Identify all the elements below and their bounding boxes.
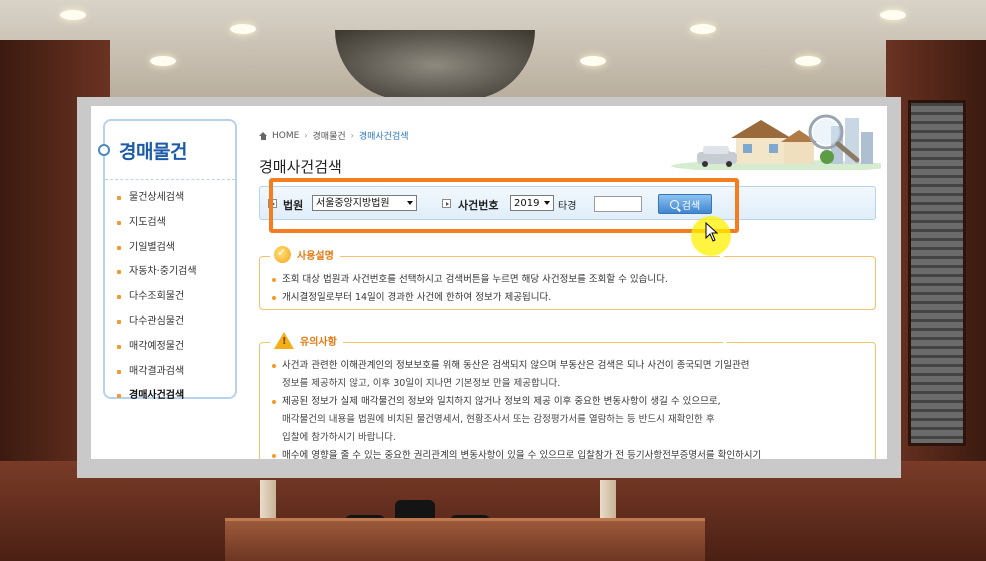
bullet-icon [272,454,276,458]
bullet-icon [117,394,121,399]
usage-box: 사용설명 조회 대상 법원과 사건번호를 선택하시고 검색버튼을 누르면 해당 … [259,246,876,310]
sidebar-item-detail-search[interactable]: 물건상세검색 [105,186,235,211]
notice-list: 사건과 관련한 이해관계인의 정보보호를 위해 동산은 검색되지 않으며 부동산… [260,343,875,459]
breadcrumb-level1[interactable]: 경매물건 [313,129,346,142]
ceiling-light [880,10,906,20]
usage-list: 조회 대상 법원과 사건번호를 선택하시고 검색버튼을 누르면 해당 사건정보를… [260,257,875,307]
list-item: 매수에 영향을 줄 수 있는 중요한 권리관계의 변동사항이 있을 수 있으므로… [272,447,865,459]
chevron-right-icon: › [350,131,354,140]
sidebar-title: 경매물건 [119,141,187,163]
usage-header: 사용설명 [270,246,724,263]
notice-box: ! 유의사항 사건과 관련한 이해관계인의 정보보호를 위해 동산은 검색되지 … [259,332,876,459]
list-item: 조회 대상 법원과 사건번호를 선택하시고 검색버튼을 누르면 해당 사건정보를… [272,271,865,289]
ceiling-light [690,24,716,34]
ceiling-light [150,56,176,66]
bullet-icon [117,196,121,200]
sidebar-item-most-interested[interactable]: 다수관심물건 [105,310,235,335]
home-icon [259,131,267,140]
judge-bench [225,518,705,561]
notice-title: 유의사항 [300,333,723,348]
bullet-icon [117,220,121,225]
bullet-icon [272,296,276,300]
sidebar-header: 경매물건 [98,121,235,180]
check-badge-icon [274,246,291,263]
list-item: 사건과 관련한 이해관계인의 정보보호를 위해 동산은 검색되지 않으며 부동산… [272,357,865,393]
sidebar-item-vehicle-search[interactable]: 자동차·중기검색 [105,260,235,285]
sidebar-item-most-viewed[interactable]: 다수조회물건 [105,285,235,310]
sidebar: 경매물건 물건상세검색 지도검색 기일별검색 자동차·중기검색 다수조회물건 다… [98,119,237,401]
screenshot-panel: 경매물건 물건상세검색 지도검색 기일별검색 자동차·중기검색 다수조회물건 다… [77,97,901,478]
list-item: 개시결정일로부터 14일이 경과한 사건에 한하여 정보가 제공됩니다. [272,289,865,307]
usage-title: 사용설명 [297,247,720,262]
sidebar-dot-icon [98,144,110,156]
house-illustration [631,112,881,170]
bullet-icon [117,295,121,300]
breadcrumb: HOME › 경매물건 › 경매사건검색 [259,129,409,142]
list-item: 제공된 정보가 실제 매각물건의 정보와 일치하지 않거나 정보의 제공 이후 … [272,393,865,447]
window-blinds [908,100,966,446]
bullet-icon [117,369,121,374]
ceiling-light [60,10,86,20]
bullet-icon [272,364,276,368]
bullet-icon [117,319,121,324]
orange-highlight-box [269,178,739,233]
sidebar-item-map-search[interactable]: 지도검색 [105,211,235,236]
mouse-cursor-icon [705,222,719,242]
warning-icon: ! [274,332,294,349]
sidebar-menu: 물건상세검색 지도검색 기일별검색 자동차·중기검색 다수조회물건 다수관심물건… [105,180,235,409]
bullet-icon [272,278,276,282]
ceiling-light [230,24,256,34]
bullet-icon [117,245,121,250]
ceiling-light [795,56,821,66]
sidebar-item-sale-results[interactable]: 매각결과검색 [105,360,235,385]
breadcrumb-home[interactable]: HOME [272,131,299,141]
bullet-icon [272,400,276,404]
sidebar-item-case-search[interactable]: 경매사건검색 [105,384,235,409]
notice-header: ! 유의사항 [270,332,727,349]
breadcrumb-level2[interactable]: 경매사건검색 [359,129,409,142]
sidebar-item-scheduled-sale[interactable]: 매각예정물건 [105,335,235,360]
sidebar-item-date-search[interactable]: 기일별검색 [105,236,235,261]
bullet-icon [117,344,121,349]
web-page: 경매물건 물건상세검색 지도검색 기일별검색 자동차·중기검색 다수조회물건 다… [91,106,887,459]
ceiling-light [580,56,606,66]
chevron-right-icon: › [304,131,308,140]
page-title: 경매사건검색 [259,158,342,176]
bullet-icon [117,270,121,275]
